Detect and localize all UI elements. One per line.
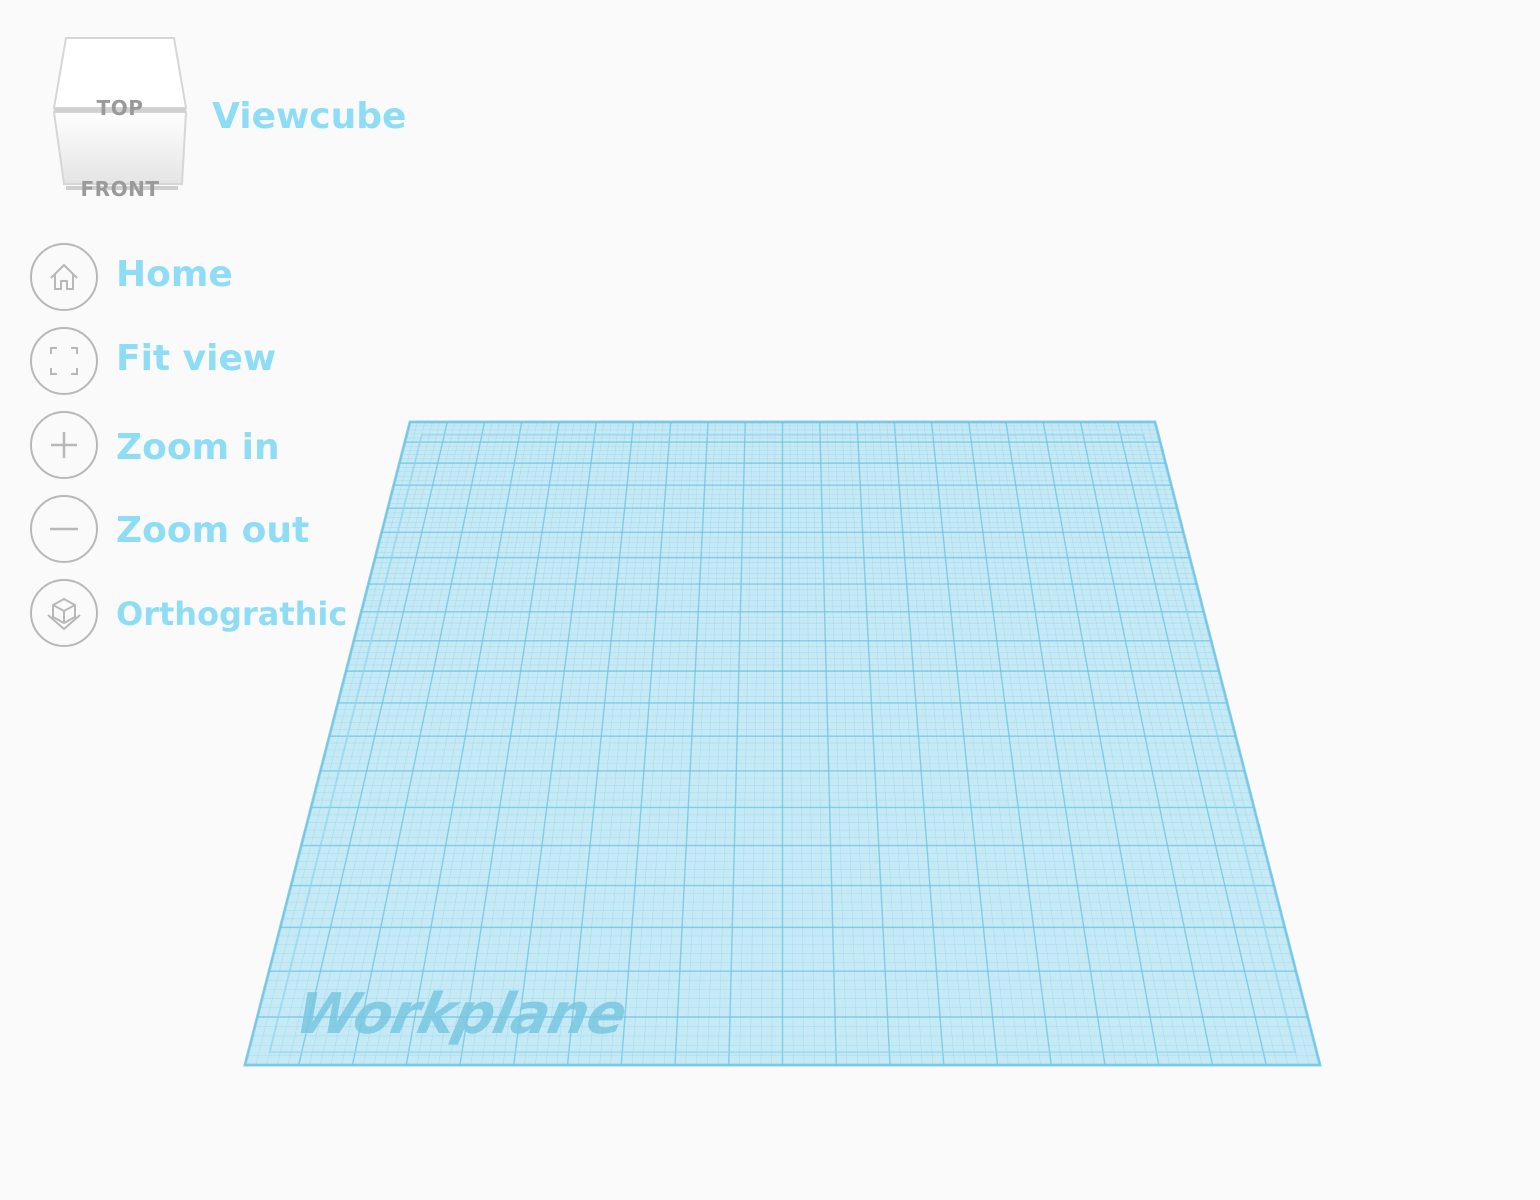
viewcube-top-label[interactable]: TOP	[55, 96, 185, 120]
viewcube-front-label[interactable]: FRONT	[55, 177, 185, 201]
cube-icon	[47, 598, 81, 630]
viewcube-caption: Viewcube	[212, 96, 407, 137]
canvas[interactable]: Workplane TOP FRONT Viewcube Home Fit vi…	[0, 0, 1540, 1200]
orthographic-label: Orthograthic	[116, 595, 348, 633]
fit-view-label: Fit view	[116, 338, 277, 379]
zoom-in-label: Zoom in	[116, 427, 280, 468]
home-label: Home	[116, 254, 233, 295]
zoom-out-label: Zoom out	[116, 510, 310, 551]
fit-view-button[interactable]	[30, 327, 98, 395]
viewcube[interactable]: TOP FRONT	[52, 36, 188, 201]
zoom-in-button[interactable]	[30, 411, 98, 479]
minus-icon	[50, 527, 78, 531]
orthographic-button[interactable]	[30, 579, 98, 647]
home-button[interactable]	[30, 243, 98, 311]
home-icon	[50, 264, 78, 290]
plus-icon	[51, 432, 77, 458]
fit-view-icon	[50, 347, 78, 375]
zoom-out-button[interactable]	[30, 495, 98, 563]
